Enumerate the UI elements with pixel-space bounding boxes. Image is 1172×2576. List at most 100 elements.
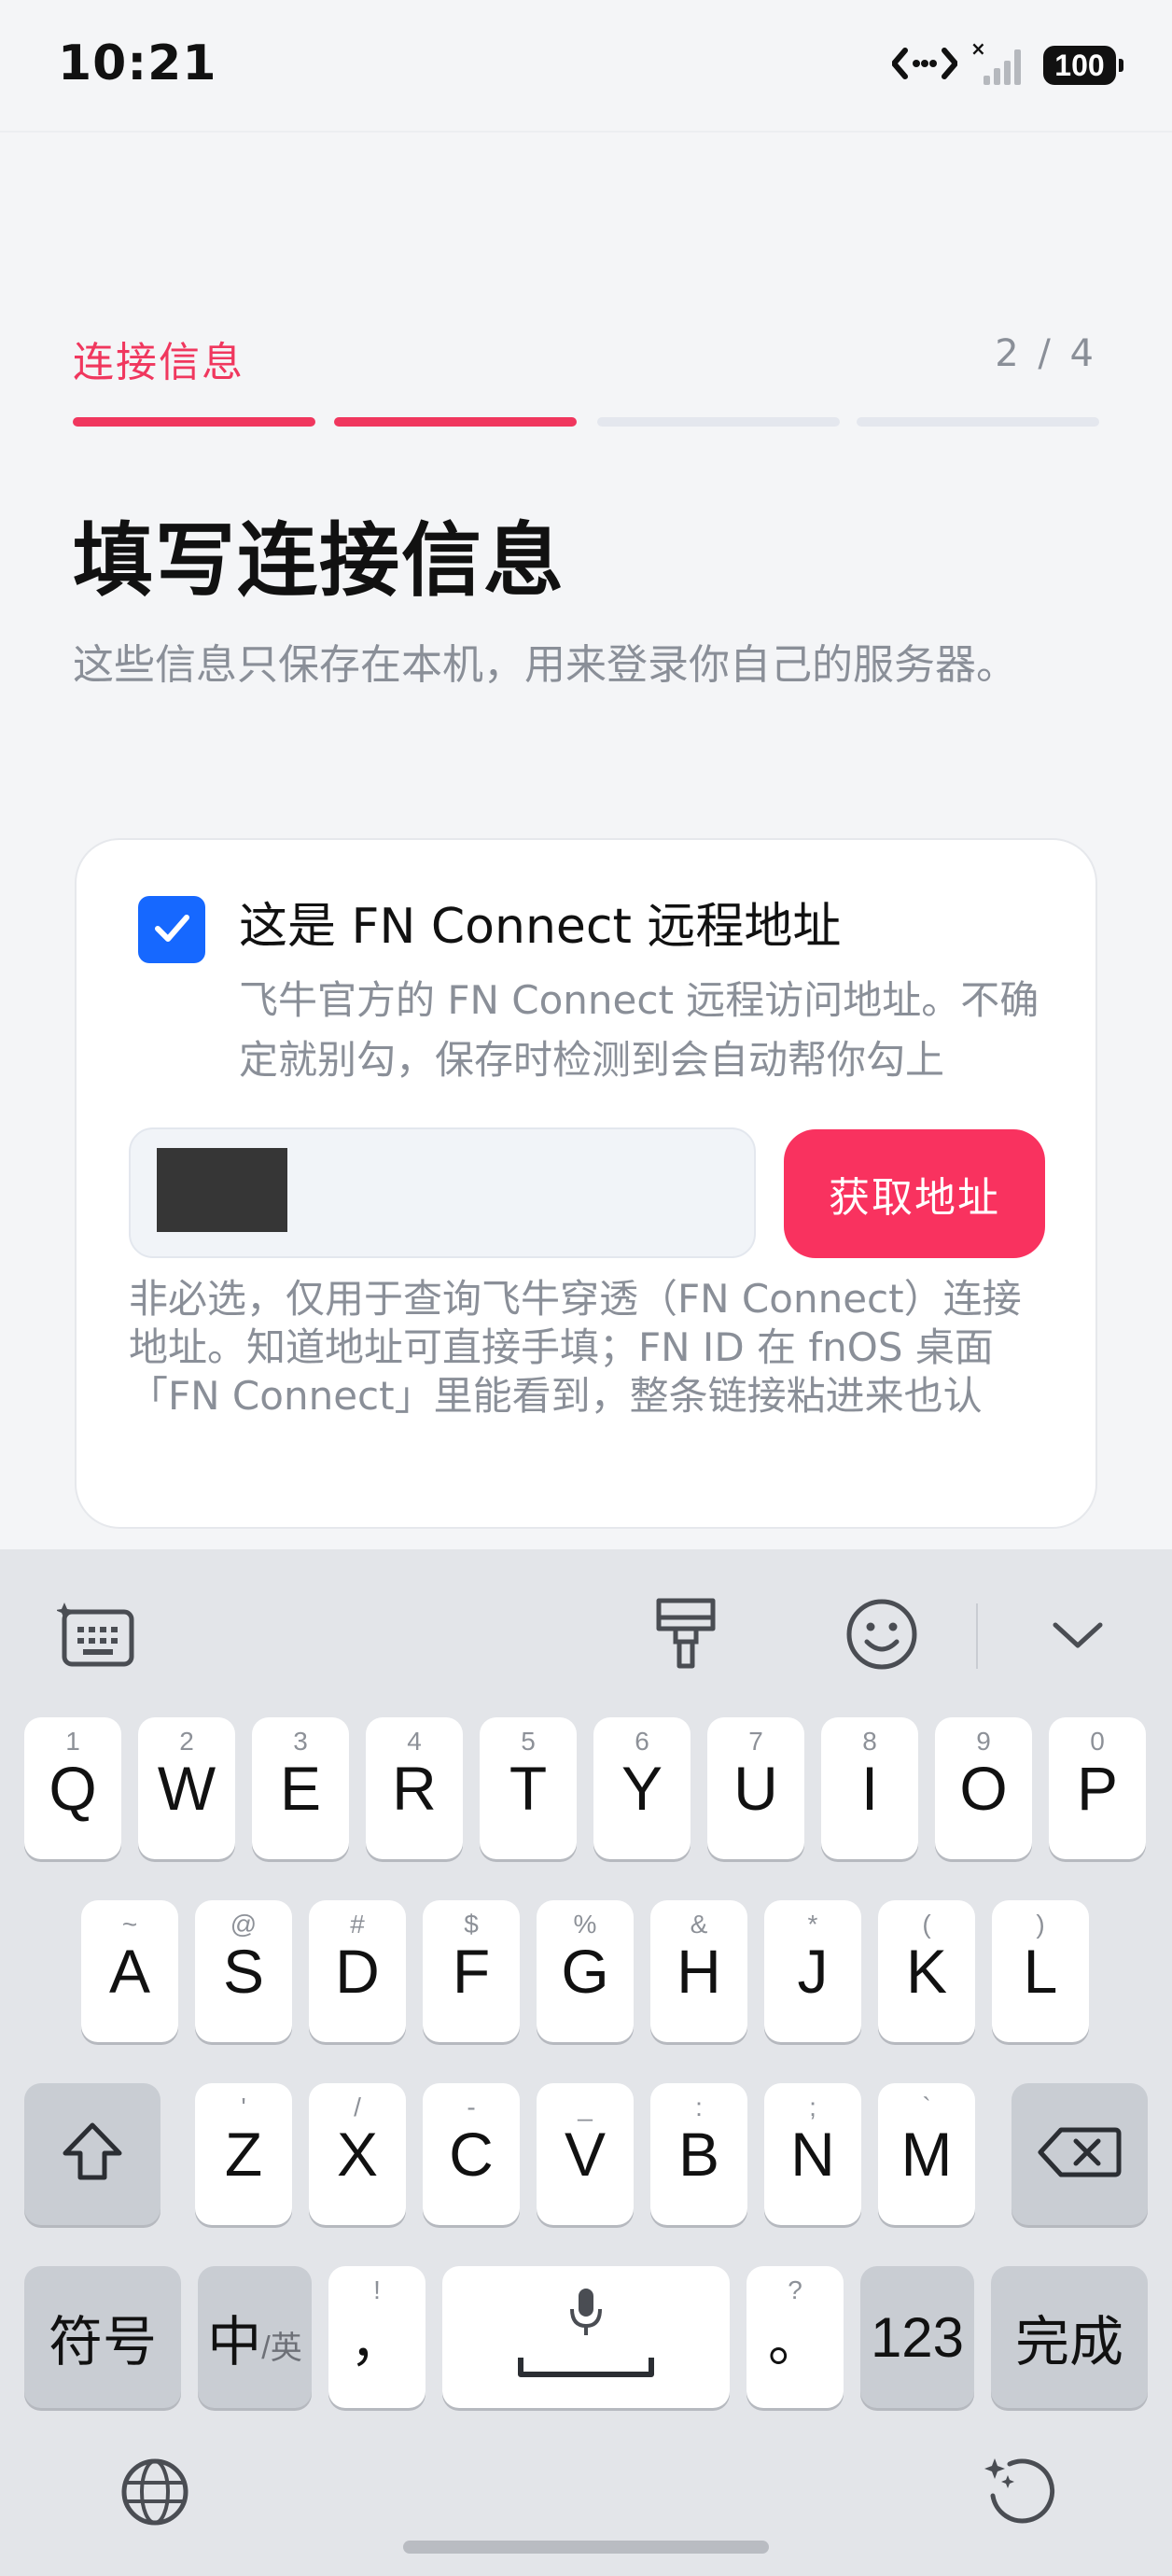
key-label: K bbox=[905, 1937, 948, 2006]
key-r[interactable]: 4R bbox=[366, 1717, 463, 1859]
key-hint: * bbox=[807, 1910, 818, 1939]
keyboard-settings-icon[interactable] bbox=[52, 1592, 142, 1676]
key-t[interactable]: 5T bbox=[480, 1717, 577, 1859]
key-label: G bbox=[561, 1937, 609, 2006]
backspace-icon bbox=[1037, 2124, 1123, 2185]
key-l[interactable]: ) L bbox=[992, 1900, 1089, 2042]
shift-icon bbox=[58, 2118, 127, 2191]
key-hint: $ bbox=[464, 1910, 479, 1939]
svg-text:×: × bbox=[970, 40, 986, 60]
key-hint: : bbox=[695, 2093, 703, 2121]
key-n[interactable]: ; N bbox=[764, 2083, 861, 2225]
backspace-key[interactable] bbox=[1012, 2083, 1148, 2225]
key-hint: - bbox=[467, 2093, 476, 2121]
key-label: Q bbox=[49, 1754, 97, 1823]
page-subtitle: 这些信息只保存在本机，用来登录你自己的服务器。 bbox=[73, 641, 1017, 689]
key-p[interactable]: 0P bbox=[1049, 1717, 1146, 1859]
key-hint: 0 bbox=[1090, 1727, 1105, 1756]
key-hint: ' bbox=[241, 2093, 246, 2121]
key-label: P bbox=[1076, 1754, 1119, 1823]
emoji-icon[interactable] bbox=[840, 1592, 924, 1676]
key-s[interactable]: @ S bbox=[195, 1900, 292, 2042]
key-sublabel: /英 bbox=[261, 2330, 302, 2366]
space-key[interactable] bbox=[442, 2266, 730, 2408]
globe-icon[interactable] bbox=[110, 2447, 200, 2537]
key-hint: 3 bbox=[293, 1727, 308, 1756]
key-label: S bbox=[222, 1937, 265, 2006]
key-label: O bbox=[959, 1754, 1008, 1823]
key-e[interactable]: 3E bbox=[252, 1717, 349, 1859]
data-transfer-icon bbox=[891, 43, 958, 88]
key-x[interactable]: / X bbox=[309, 2083, 406, 2225]
fn-connect-option-title[interactable]: 这是 FN Connect 远程地址 bbox=[239, 887, 841, 957]
key-j[interactable]: * J bbox=[764, 1900, 861, 2042]
key-label: 符号 bbox=[48, 2310, 157, 2373]
key-a[interactable]: ~ A bbox=[81, 1900, 178, 2042]
soft-keyboard bbox=[0, 1549, 1172, 2576]
key-d[interactable]: # D bbox=[309, 1900, 406, 2042]
key-label: N bbox=[790, 2120, 835, 2189]
key-q[interactable]: 1Q bbox=[24, 1717, 121, 1859]
symbols-key[interactable]: 符号 bbox=[24, 2266, 181, 2408]
battery-icon: 100 bbox=[1043, 46, 1123, 85]
key-hint: ` bbox=[922, 2093, 931, 2121]
key-label: A bbox=[108, 1937, 151, 2006]
key-label: 123 bbox=[870, 2305, 965, 2369]
fn-connect-checkbox[interactable] bbox=[138, 896, 205, 963]
key-hint: / bbox=[354, 2093, 361, 2121]
key-label: U bbox=[733, 1754, 778, 1823]
progress-segment-4 bbox=[857, 417, 1099, 427]
key-o[interactable]: 9O bbox=[935, 1717, 1032, 1859]
key-label: C bbox=[449, 2120, 494, 2189]
key-z[interactable]: ' Z bbox=[195, 2083, 292, 2225]
key-g[interactable]: % G bbox=[537, 1900, 634, 2042]
key-hint: 2 bbox=[179, 1727, 194, 1756]
key-label: L bbox=[1023, 1937, 1058, 2006]
comma-key[interactable]: !， bbox=[328, 2266, 426, 2408]
period-key[interactable]: ?。 bbox=[746, 2266, 844, 2408]
key-hint: ( bbox=[922, 1910, 931, 1939]
key-h[interactable]: & H bbox=[650, 1900, 747, 2042]
key-hint: ? bbox=[788, 2275, 802, 2304]
key-v[interactable]: _ V bbox=[537, 2083, 634, 2225]
step-label: 连接信息 bbox=[73, 339, 244, 386]
shift-key[interactable] bbox=[24, 2083, 160, 2225]
numbers-key[interactable]: 123 bbox=[860, 2266, 974, 2408]
key-hint: 8 bbox=[862, 1727, 877, 1756]
key-f[interactable]: $ F bbox=[423, 1900, 520, 2042]
progress-segment-3 bbox=[597, 417, 840, 427]
key-y[interactable]: 6Y bbox=[593, 1717, 691, 1859]
fetch-address-button[interactable]: 获取地址 bbox=[784, 1129, 1045, 1258]
collapse-keyboard-icon[interactable] bbox=[1036, 1592, 1120, 1676]
key-hint: 7 bbox=[748, 1727, 763, 1756]
key-b[interactable]: :B bbox=[650, 2083, 747, 2225]
progress-segment-1 bbox=[73, 417, 315, 427]
key-w[interactable]: 2W bbox=[138, 1717, 235, 1859]
key-label: 中 bbox=[207, 2310, 262, 2373]
page-title: 填写连接信息 bbox=[73, 514, 565, 608]
language-switch-key[interactable]: 中/英 bbox=[198, 2266, 312, 2408]
paint-brush-icon[interactable] bbox=[644, 1592, 728, 1676]
key-i[interactable]: 8I bbox=[821, 1717, 918, 1859]
ai-assistant-icon[interactable] bbox=[974, 2447, 1064, 2537]
key-hint: ~ bbox=[121, 1910, 138, 1939]
key-hint: @ bbox=[230, 1910, 258, 1939]
fn-connect-option-description: 飞牛官方的 FN Connect 远程访问地址。不确定就别勾，保存时检测到会自动… bbox=[239, 977, 1039, 1083]
key-m[interactable]: ` M bbox=[878, 2083, 975, 2225]
key-k[interactable]: (K bbox=[878, 1900, 975, 2042]
key-label: ， bbox=[349, 2310, 404, 2373]
status-icons: × 100 bbox=[891, 37, 1123, 90]
home-indicator[interactable] bbox=[403, 2541, 769, 2554]
key-label: F bbox=[452, 1937, 491, 2006]
key-label: Y bbox=[621, 1754, 663, 1823]
key-c[interactable]: -C bbox=[423, 2083, 520, 2225]
key-hint: # bbox=[350, 1910, 365, 1939]
key-label: W bbox=[157, 1754, 216, 1823]
space-bar-icon bbox=[517, 2354, 655, 2385]
key-hint: _ bbox=[578, 2093, 593, 2121]
key-label: D bbox=[335, 1937, 380, 2006]
key-label: I bbox=[860, 1754, 879, 1823]
key-u[interactable]: 7U bbox=[707, 1717, 804, 1859]
key-hint: 6 bbox=[635, 1727, 649, 1756]
done-key[interactable]: 完成 bbox=[991, 2266, 1148, 2408]
